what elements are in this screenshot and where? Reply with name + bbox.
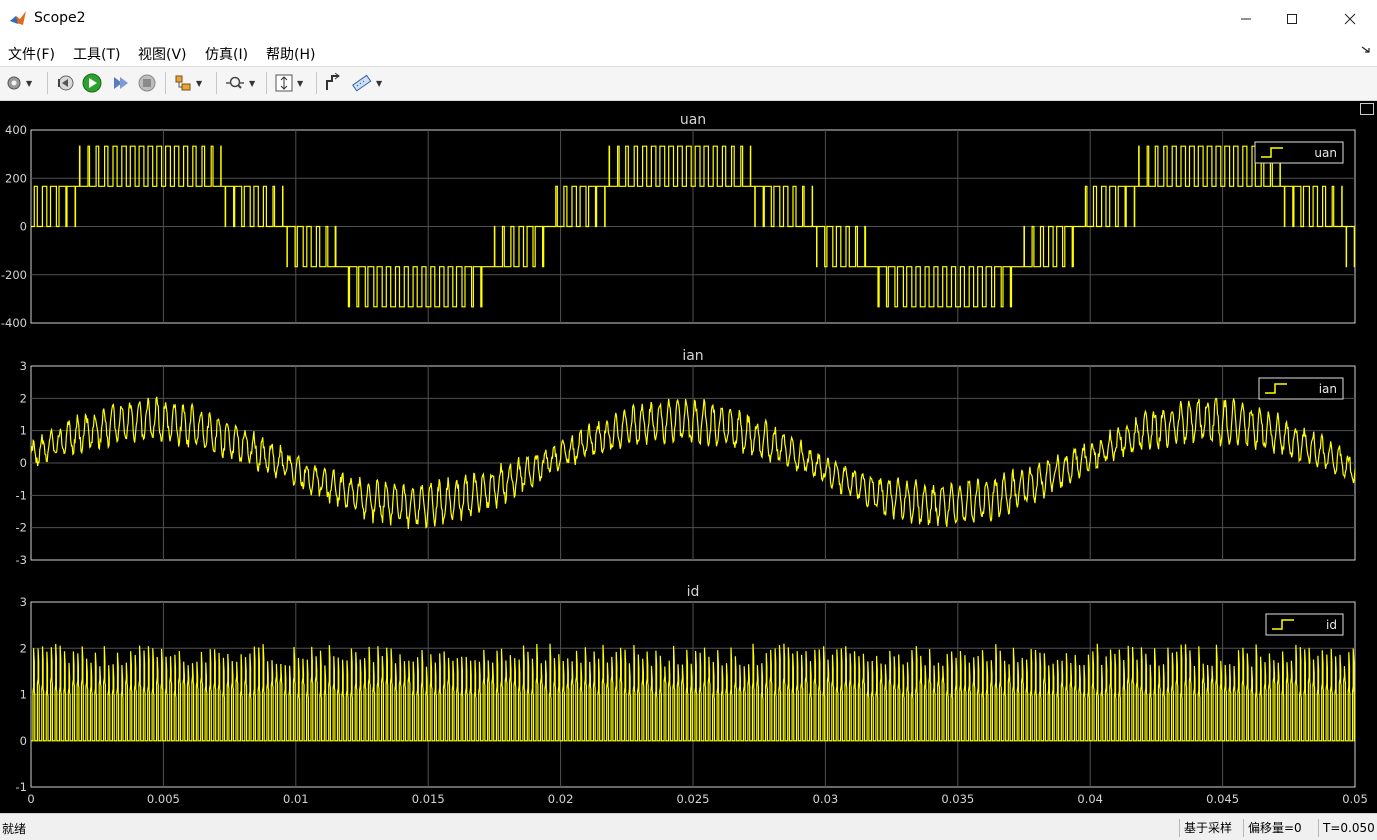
step-back-icon bbox=[58, 75, 74, 91]
gear-icon bbox=[7, 76, 21, 90]
x-tick-label: 0.045 bbox=[1206, 792, 1239, 806]
y-tick-label: -1 bbox=[16, 488, 27, 502]
y-tick-label: 0 bbox=[20, 456, 27, 470]
status-offset: 偏移量=0 bbox=[1243, 819, 1302, 837]
highlight-block-button[interactable] bbox=[323, 72, 343, 94]
maximize-button[interactable] bbox=[1269, 0, 1315, 38]
minimize-icon bbox=[1241, 18, 1251, 20]
x-tick-label: 0.04 bbox=[1077, 792, 1103, 806]
y-tick-label: 0 bbox=[20, 220, 27, 234]
menu-bar: 文件(F) 工具(T) 视图(V) 仿真(I) 帮助(H) bbox=[0, 38, 1377, 67]
y-tick-label: 1 bbox=[20, 688, 27, 702]
window-title: Scope2 bbox=[34, 10, 86, 26]
x-tick-label: 0.025 bbox=[677, 792, 710, 806]
matlab-logo-icon bbox=[10, 11, 26, 25]
legend-label: uan bbox=[1314, 146, 1337, 160]
x-tick-label: 0.035 bbox=[941, 792, 974, 806]
autoscale-icon bbox=[275, 74, 293, 92]
stop-button[interactable] bbox=[137, 72, 157, 94]
close-icon bbox=[1344, 13, 1356, 25]
plot-ian: ian 3 2 1 0 -1 -2 -3 ian bbox=[16, 348, 1356, 567]
y-tick-label: -3 bbox=[16, 553, 27, 567]
step-forward-button[interactable] bbox=[110, 72, 130, 94]
window-titlebar: Scope2 bbox=[0, 0, 1377, 38]
measure-button[interactable]: ▼ bbox=[351, 72, 382, 94]
legend[interactable]: ian bbox=[1258, 377, 1344, 400]
x-tick-label: 0.03 bbox=[813, 792, 839, 806]
maximize-icon bbox=[1287, 14, 1297, 24]
status-time: T=0.050 bbox=[1318, 819, 1375, 837]
plot-title: uan bbox=[680, 112, 706, 128]
plot-title: ian bbox=[682, 348, 703, 364]
dock-arrow-icon[interactable] bbox=[1361, 44, 1371, 54]
menu-tools[interactable]: 工具(T) bbox=[73, 44, 120, 64]
plot-title: id bbox=[687, 584, 700, 600]
status-sample-based: 基于采样 bbox=[1179, 819, 1232, 837]
measure-icon bbox=[352, 74, 372, 92]
y-tick-label: 2 bbox=[20, 641, 27, 655]
x-tick-label: 0.05 bbox=[1342, 792, 1368, 806]
x-tick-label: 0.01 bbox=[283, 792, 309, 806]
signal-select-icon bbox=[175, 75, 191, 91]
x-tick-label: 0.02 bbox=[548, 792, 574, 806]
y-tick-label: -2 bbox=[16, 521, 27, 535]
settings-button[interactable]: ▼ bbox=[5, 72, 32, 94]
undock-icon[interactable] bbox=[1360, 103, 1374, 115]
step-forward-icon bbox=[114, 77, 128, 89]
scope-plots: uan4002000-200-400uanian3210-1-2-3ianid3… bbox=[1, 112, 1368, 806]
x-tick-label: 0.015 bbox=[412, 792, 445, 806]
run-icon bbox=[82, 73, 102, 93]
plot-id: id3210-10 0.005 0.01 0.015 0.02 0.025 0.03 0.03… bbox=[16, 584, 1368, 806]
step-back-button[interactable] bbox=[55, 72, 75, 94]
legend[interactable]: uan bbox=[1254, 141, 1344, 164]
legend[interactable]: id bbox=[1265, 613, 1344, 636]
y-tick-label: -200 bbox=[1, 268, 27, 282]
menu-simulation[interactable]: 仿真(I) bbox=[205, 44, 248, 64]
autoscale-button[interactable]: ▼ bbox=[274, 72, 303, 94]
menu-file[interactable]: 文件(F) bbox=[8, 44, 55, 64]
y-tick-label: -1 bbox=[16, 780, 27, 794]
legend-label: id bbox=[1326, 618, 1337, 632]
y-tick-label: 200 bbox=[5, 171, 27, 185]
status-ready: 就绪 bbox=[2, 822, 27, 836]
minimize-button[interactable] bbox=[1223, 0, 1269, 38]
close-button[interactable] bbox=[1327, 0, 1373, 38]
menu-help[interactable]: 帮助(H) bbox=[266, 44, 315, 64]
x-tick-label: 0.005 bbox=[147, 792, 180, 806]
y-tick-label: 3 bbox=[20, 359, 27, 373]
y-tick-label: 1 bbox=[20, 424, 27, 438]
menu-view[interactable]: 视图(V) bbox=[138, 44, 187, 64]
toolbar: ▼ ▼ ▼ ▼ ▼ bbox=[0, 67, 1377, 101]
x-tick-label: 0 bbox=[27, 792, 34, 806]
y-tick-label: -400 bbox=[1, 316, 27, 330]
scope-plot-area: uan 400 200 0 -200 -400 uan ian 3 2 1 0 -1 -2 -3 ian id 3… bbox=[0, 101, 1377, 813]
legend-label: ian bbox=[1319, 382, 1337, 396]
signal-select-button[interactable]: ▼ bbox=[173, 72, 202, 94]
run-button[interactable] bbox=[81, 72, 103, 94]
y-tick-label: 0 bbox=[20, 734, 27, 748]
zoom-icon bbox=[226, 76, 244, 89]
y-tick-label: 3 bbox=[20, 595, 27, 609]
plot-uan: uan 400 200 0 -200 -400 uan bbox=[1, 112, 1356, 330]
y-tick-label: 400 bbox=[5, 123, 27, 137]
highlight-block-icon bbox=[326, 73, 340, 90]
y-tick-label: 2 bbox=[20, 391, 27, 405]
stop-icon bbox=[138, 74, 156, 92]
zoom-button[interactable]: ▼ bbox=[224, 72, 255, 94]
status-bar: 就绪 基于采样 偏移量=0 T=0.050 bbox=[0, 813, 1377, 840]
